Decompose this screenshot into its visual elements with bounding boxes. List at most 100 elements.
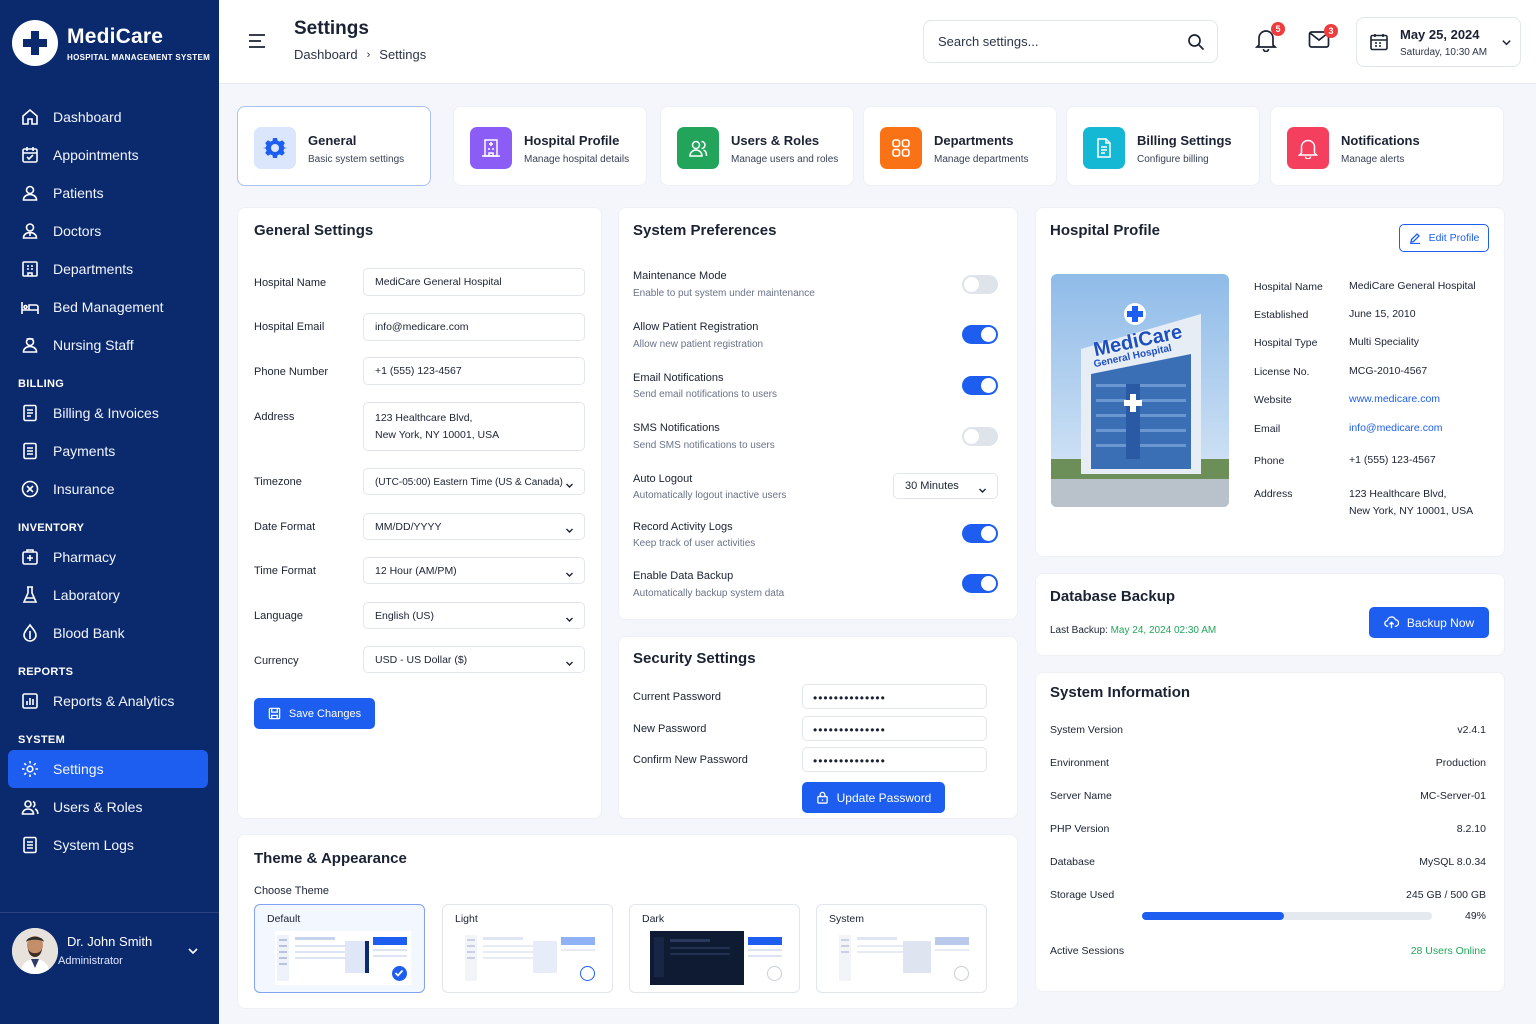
date-selector[interactable]: May 25, 2024 Saturday, 10:30 AM [1356, 17, 1521, 67]
update-password-label: Update Password [836, 790, 932, 805]
sidebar-item-label: Users & Roles [53, 799, 143, 815]
sidebar-item-system-logs[interactable]: System Logs [8, 826, 208, 864]
timezone-select[interactable]: (UTC-05:00) Eastern Time (US & Canada) [363, 468, 585, 495]
theme-radio-system[interactable] [954, 966, 969, 981]
sidebar-item-label: Patients [53, 185, 104, 201]
search-icon[interactable] [1187, 33, 1205, 51]
grid-icon [880, 127, 922, 169]
brand-subtitle: HOSPITAL MANAGEMENT SYSTEM [67, 52, 211, 62]
sysinfo-label: PHP Version [1050, 823, 1110, 835]
current-password-input[interactable]: •••••••••••••• [802, 684, 987, 709]
sidebar-item-bed-management[interactable]: Bed Management [8, 288, 208, 326]
sidebar-item-appointments[interactable]: Appointments [8, 136, 208, 174]
search-input[interactable] [938, 34, 1168, 49]
time-format-value: 12 Hour (AM/PM) [375, 565, 457, 577]
tab-users-roles[interactable]: Users & Roles Manage users and roles [660, 106, 854, 186]
tab-notifications[interactable]: Notifications Manage alerts [1270, 106, 1504, 186]
theme-option-light[interactable]: Light [442, 904, 613, 993]
sidebar-item-settings[interactable]: Settings [8, 750, 208, 788]
phone-number-input[interactable]: +1 (555) 123-4567 [363, 357, 585, 385]
check-icon [394, 969, 404, 977]
address-line-2: New York, NY 10001, USA [1349, 505, 1474, 517]
edit-profile-button[interactable]: Edit Profile [1399, 224, 1489, 252]
sidebar-item-insurance[interactable]: Insurance [8, 470, 208, 508]
theme-preview-light [463, 931, 599, 985]
hospital-email-input[interactable]: info@medicare.com [363, 313, 585, 341]
save-changes-button[interactable]: Save Changes [254, 698, 375, 729]
sidebar-item-pharmacy[interactable]: Pharmacy [8, 538, 208, 576]
backup-now-button[interactable]: Backup Now [1369, 607, 1489, 638]
theme-name: System [829, 913, 865, 925]
theme-appearance-title: Theme & Appearance [254, 850, 407, 867]
theme-option-dark[interactable]: Dark [629, 904, 800, 993]
brand[interactable]: MediCare HOSPITAL MANAGEMENT SYSTEM [12, 20, 210, 66]
enable-data-backup-toggle[interactable] [962, 574, 998, 593]
menu-icon[interactable] [247, 31, 267, 51]
update-password-button[interactable]: Update Password [802, 782, 945, 813]
tab-departments[interactable]: Departments Manage departments [863, 106, 1057, 186]
date-format-select[interactable]: MM/DD/YYYY [363, 513, 585, 540]
edit-icon [1409, 233, 1420, 244]
sidebar-item-laboratory[interactable]: Laboratory [8, 576, 208, 614]
brand-name: MediCare [67, 24, 164, 48]
sidebar-item-label: System Logs [53, 837, 134, 853]
sidebar-item-dashboard[interactable]: Dashboard [8, 98, 208, 136]
tab-hospital-profile[interactable]: Hospital Profile Manage hospital details [453, 106, 647, 186]
record-activity-logs-toggle[interactable] [962, 524, 998, 543]
sidebar-item-payments[interactable]: Payments [8, 432, 208, 470]
building-icon [22, 261, 38, 277]
storage-progress-bar [1142, 912, 1432, 920]
website-link[interactable]: www.medicare.com [1349, 391, 1440, 408]
time-format-select[interactable]: 12 Hour (AM/PM) [363, 557, 585, 584]
sidebar-item-patients[interactable]: Patients [8, 174, 208, 212]
language-select[interactable]: English (US) [363, 602, 585, 629]
pref-desc: Automatically logout inactive users [633, 490, 787, 501]
field-label: Current Password [633, 691, 722, 703]
new-password-input[interactable]: •••••••••••••• [802, 716, 987, 741]
pharmacy-icon [22, 549, 38, 565]
sidebar-item-billing-invoices[interactable]: Billing & Invoices [8, 394, 208, 432]
sidebar-item-nursing-staff[interactable]: Nursing Staff [8, 326, 208, 364]
sidebar-item-reports-analytics[interactable]: Reports & Analytics [8, 682, 208, 720]
address-textarea[interactable]: 123 Healthcare Blvd, New York, NY 10001,… [363, 402, 585, 451]
currency-select[interactable]: USD - US Dollar ($) [363, 646, 585, 673]
sidebar-item-label: Pharmacy [53, 549, 117, 565]
sidebar-item-label: Nursing Staff [53, 337, 134, 353]
profile-label: License No. [1254, 366, 1310, 378]
email-notifications-toggle[interactable] [962, 376, 998, 395]
allow-patient-registration-toggle[interactable] [962, 325, 998, 344]
hospital-name-input[interactable]: MediCare General Hospital [363, 268, 585, 296]
sms-notifications-toggle[interactable] [962, 427, 998, 446]
email-link[interactable]: info@medicare.com [1349, 420, 1443, 437]
pref-desc: Keep track of user activities [633, 538, 756, 549]
storage-percent: 49% [1464, 910, 1486, 922]
maintenance-mode-toggle[interactable] [962, 275, 998, 294]
sidebar-item-users-roles[interactable]: Users & Roles [8, 788, 208, 826]
theme-radio-dark[interactable] [767, 966, 782, 981]
active-sessions-value: 28 Users Online [1410, 945, 1486, 957]
sidebar-item-doctors[interactable]: Doctors [8, 212, 208, 250]
profile-label: Hospital Name [1254, 281, 1323, 293]
document-icon [1083, 127, 1125, 169]
user-role: Administrator [58, 955, 123, 967]
auto-logout-select[interactable]: 30 Minutes [893, 473, 998, 499]
sidebar-item-departments[interactable]: Departments [8, 250, 208, 288]
tab-billing-settings[interactable]: Billing Settings Configure billing [1066, 106, 1260, 186]
breadcrumb-dashboard[interactable]: Dashboard [294, 47, 358, 62]
timezone-value: (UTC-05:00) Eastern Time (US & Canada) [375, 477, 563, 488]
field-label: Phone Number [254, 366, 328, 378]
notifications-button[interactable]: 5 [1255, 22, 1285, 52]
invoice-icon [23, 404, 37, 422]
messages-button[interactable]: 3 [1308, 24, 1338, 50]
sidebar-item-blood-bank[interactable]: Blood Bank [8, 614, 208, 652]
theme-option-default[interactable]: Default [254, 904, 425, 993]
tab-general[interactable]: General Basic system settings [237, 106, 431, 186]
theme-radio-light[interactable] [580, 966, 595, 981]
search-box[interactable] [923, 20, 1218, 63]
user-profile-menu[interactable]: Dr. John Smith Administrator [0, 912, 219, 988]
system-preferences-title: System Preferences [633, 222, 777, 239]
theme-option-system[interactable]: System [816, 904, 987, 993]
theme-radio-default[interactable] [392, 966, 407, 981]
field-label: Timezone [254, 476, 302, 488]
confirm-password-input[interactable]: •••••••••••••• [802, 747, 987, 772]
